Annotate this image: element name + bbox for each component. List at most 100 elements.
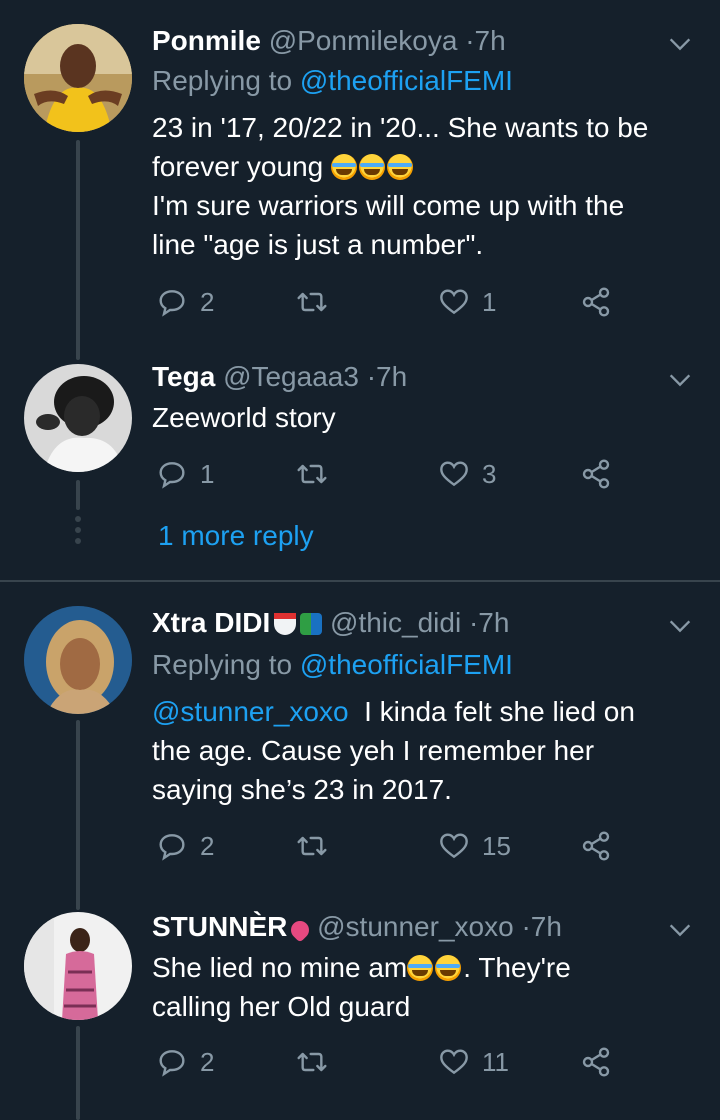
tweet-header: Tega @Tegaaa3 ·7h (152, 360, 407, 394)
reply-icon (159, 834, 185, 861)
display-name[interactable]: Ponmile (152, 25, 261, 56)
tweet-actions: 2 1 (152, 282, 622, 322)
avatar[interactable] (24, 606, 132, 714)
heart-icon (440, 461, 468, 487)
share-icon (582, 1047, 610, 1077)
reply-button[interactable]: 2 (156, 826, 214, 866)
user-handle[interactable]: @Tegaaa3 (223, 361, 359, 392)
separator-dot: · (366, 361, 377, 392)
avatar[interactable] (24, 364, 132, 472)
replying-to-prefix: Replying to (152, 65, 293, 96)
tweet-line: line "age is just a number". (152, 229, 484, 260)
sparkling-heart-emoji-icon (287, 917, 314, 943)
rolling-laughing-emoji-icon (331, 154, 357, 180)
retweet-button[interactable] (296, 282, 328, 322)
tweet-line: calling her Old guard (152, 991, 411, 1022)
reply-count: 1 (200, 458, 215, 489)
tweet-line: I'm sure warriors will come up with the (152, 190, 625, 221)
tweet-actions: 1 3 (152, 454, 622, 494)
share-button[interactable] (580, 1042, 612, 1082)
display-name[interactable]: Xtra DIDI (152, 607, 270, 638)
replying-to: Replying to @theofficialFEMI (152, 648, 513, 682)
retweet-button[interactable] (296, 826, 328, 866)
separator-dot: · (468, 607, 479, 638)
chevron-down-icon[interactable] (666, 916, 694, 944)
reply-icon (159, 1050, 185, 1077)
like-button[interactable]: 1 (438, 282, 496, 322)
thread-dots (74, 516, 82, 549)
like-count: 1 (482, 286, 497, 317)
chevron-down-icon[interactable] (666, 366, 694, 394)
thread-line (76, 1026, 80, 1120)
tweet-stunner[interactable]: STUNNÈR @stunner_xoxo ·7h She lied no mi… (0, 890, 720, 1120)
tweet-text: @stunner_xoxo I kinda felt she lied on t… (152, 692, 692, 809)
tweet-text: Zeeworld story (152, 398, 692, 437)
like-button[interactable]: 15 (438, 826, 511, 866)
share-button[interactable] (580, 454, 612, 494)
reply-icon (159, 462, 185, 489)
like-button[interactable]: 3 (438, 454, 496, 494)
retweet-icon (297, 836, 327, 856)
timestamp[interactable]: 7h (475, 25, 506, 56)
reply-count: 2 (200, 286, 215, 317)
heart-icon (440, 1049, 468, 1075)
tweet-actions: 2 15 (152, 826, 622, 866)
user-handle[interactable]: @stunner_xoxo (317, 911, 514, 942)
more-replies-link[interactable]: 1 more reply (158, 520, 314, 552)
tweet-text-part: . They're (463, 952, 571, 983)
tweet-tega[interactable]: Tega @Tegaaa3 ·7h Zeeworld story 1 3 1 m… (0, 340, 720, 580)
reply-button[interactable]: 2 (156, 1042, 214, 1082)
tweet-ponmile[interactable]: Ponmile @Ponmilekoya ·7h Replying to @th… (0, 0, 720, 360)
tweet-header: Xtra DIDI @thic_didi ·7h (152, 606, 509, 640)
tweet-line: @stunner_xoxo I kinda felt she lied on (152, 692, 692, 731)
avatar[interactable] (24, 912, 132, 1020)
tweet-text-part: She lied no mine am (152, 952, 408, 983)
tears-of-joy-emoji-icon (407, 955, 434, 981)
mention-link[interactable]: @stunner_xoxo (152, 696, 349, 727)
user-handle[interactable]: @thic_didi (330, 607, 461, 638)
reply-button[interactable]: 2 (156, 282, 214, 322)
reply-count: 2 (200, 1046, 215, 1077)
replying-to: Replying to @theofficialFEMI (152, 64, 513, 98)
retweet-icon (297, 464, 327, 484)
tweet-line: Zeeworld story (152, 402, 336, 433)
tweet-text-part: I kinda felt she lied on (364, 696, 635, 727)
like-count: 11 (482, 1046, 509, 1077)
user-handle[interactable]: @Ponmilekoya (269, 25, 458, 56)
retweet-button[interactable] (296, 454, 328, 494)
share-icon (582, 459, 610, 489)
tweet-text-part: forever young (152, 151, 324, 182)
heart-icon (440, 833, 468, 859)
like-count: 3 (482, 458, 497, 489)
share-button[interactable] (580, 282, 612, 322)
share-button[interactable] (580, 826, 612, 866)
chevron-down-icon[interactable] (666, 30, 694, 58)
tweet-header: STUNNÈR @stunner_xoxo ·7h (152, 910, 562, 944)
reply-button[interactable]: 1 (156, 454, 214, 494)
timestamp[interactable]: 7h (478, 607, 509, 638)
retweet-button[interactable] (296, 1042, 328, 1082)
retweet-icon (297, 1052, 327, 1072)
thread-line (76, 140, 80, 360)
thread-line (76, 720, 80, 910)
tweet-line: 23 in '17, 20/22 in '20... She wants to … (152, 112, 649, 143)
display-name[interactable]: Tega (152, 361, 215, 392)
tears-of-joy-emoji-icon (435, 955, 462, 981)
retweet-icon (297, 292, 327, 312)
avatar[interactable] (24, 24, 132, 132)
tweet-xtra-didi[interactable]: Xtra DIDI @thic_didi ·7h Replying to @th… (0, 582, 720, 910)
share-icon (582, 831, 610, 861)
reply-icon (159, 290, 185, 317)
share-icon (582, 287, 610, 317)
replying-to-link[interactable]: @theofficialFEMI (300, 65, 513, 96)
heart-icon (440, 289, 468, 315)
like-button[interactable]: 11 (438, 1042, 509, 1082)
display-name[interactable]: STUNNÈR (152, 911, 287, 942)
chevron-down-icon[interactable] (666, 612, 694, 640)
rolling-laughing-emoji-icon (387, 154, 413, 180)
replying-to-link[interactable]: @theofficialFEMI (300, 649, 513, 680)
timestamp[interactable]: 7h (376, 361, 407, 392)
tweet-text: She lied no mine am . They're calling her… (152, 948, 692, 1026)
timestamp[interactable]: 7h (531, 911, 562, 942)
thread-line (76, 480, 80, 510)
